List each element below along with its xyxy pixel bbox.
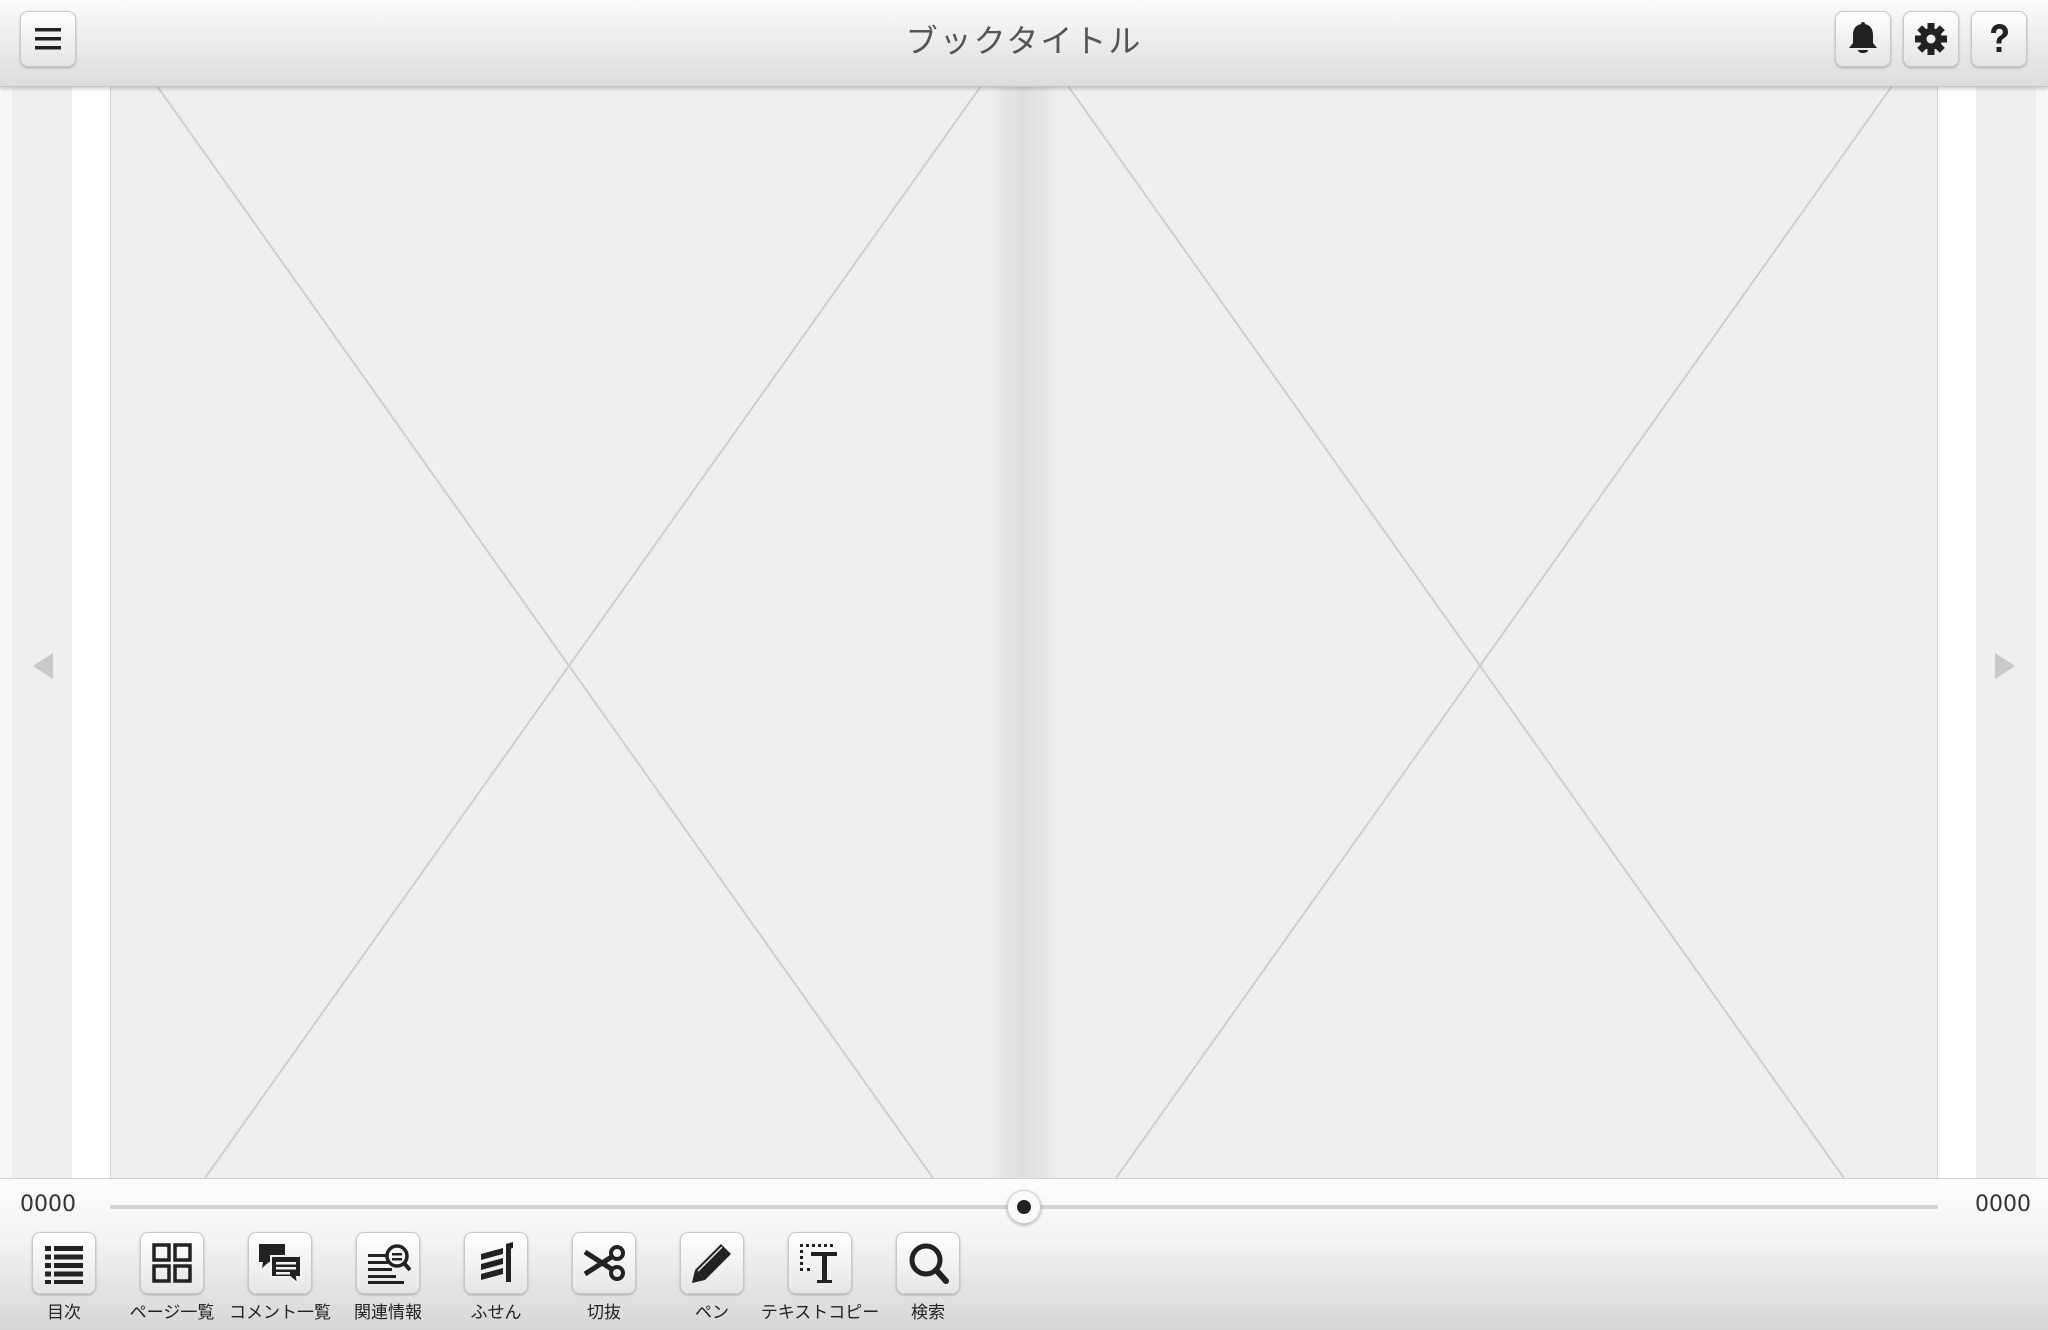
search-icon	[909, 1243, 949, 1284]
page-list-label: ページ一覧	[129, 1303, 215, 1323]
comments-icon	[259, 1244, 302, 1286]
pencil-icon	[692, 1244, 731, 1283]
page-slider-thumb[interactable]	[1007, 1190, 1041, 1224]
comment-list-label: コメント一覧	[229, 1303, 331, 1323]
related-info-icon	[368, 1244, 411, 1284]
book-spine	[990, 86, 1058, 1178]
comment-list-button[interactable]	[248, 1232, 312, 1294]
bell-icon	[1849, 22, 1877, 53]
pen-tool[interactable]: ペン	[662, 1230, 762, 1326]
left-page[interactable]	[110, 86, 990, 1178]
search-button[interactable]	[896, 1232, 960, 1294]
comment-list-tool[interactable]: コメント一覧	[229, 1230, 331, 1326]
list-icon	[45, 1246, 83, 1284]
edge-strip-left	[0, 86, 12, 1330]
page-list-tool[interactable]: ページ一覧	[122, 1230, 222, 1326]
toc-button[interactable]	[32, 1232, 96, 1294]
edge-strip-right	[2036, 86, 2048, 1330]
help-button[interactable]	[1971, 11, 2027, 67]
text-copy-label: テキストコピー	[760, 1303, 880, 1323]
image-placeholder-right	[1067, 86, 1893, 1178]
clipping-button[interactable]	[572, 1232, 636, 1294]
right-page[interactable]	[1058, 86, 1938, 1178]
page-list-button[interactable]	[140, 1232, 204, 1294]
notifications-button[interactable]	[1835, 11, 1891, 67]
image-placeholder-left	[156, 86, 982, 1178]
search-tool[interactable]: 検索	[878, 1230, 978, 1326]
toc-label: 目次	[47, 1303, 81, 1323]
scissors-icon	[583, 1245, 625, 1281]
gear-icon	[1915, 23, 1947, 55]
sticky-note-icon	[481, 1242, 513, 1282]
pen-button[interactable]	[680, 1232, 744, 1294]
next-page-area[interactable]	[1976, 86, 2036, 1178]
sticky-note-tool[interactable]: ふせん	[446, 1230, 546, 1326]
right-page-edge	[1938, 86, 1976, 1178]
text-copy-tool[interactable]: テキストコピー	[761, 1230, 879, 1326]
toc-tool[interactable]: 目次	[14, 1230, 114, 1326]
search-label: 検索	[911, 1303, 945, 1323]
left-page-edge	[72, 86, 110, 1178]
clipping-tool[interactable]: 切抜	[554, 1230, 654, 1326]
total-page-number: 0000	[1975, 1192, 2031, 1217]
question-mark-icon	[1991, 24, 2008, 52]
triangle-left-icon[interactable]	[28, 648, 58, 684]
triangle-right-icon[interactable]	[1990, 648, 2020, 684]
related-info-tool[interactable]: 関連情報	[338, 1230, 438, 1326]
current-page-number: 0000	[20, 1192, 76, 1217]
sticky-note-button[interactable]	[464, 1232, 528, 1294]
text-copy-icon	[800, 1244, 837, 1283]
prev-page-area[interactable]	[12, 86, 72, 1178]
grid-icon	[152, 1243, 192, 1283]
pen-label: ペン	[695, 1303, 729, 1323]
settings-button[interactable]	[1903, 11, 1959, 67]
sticky-note-label: ふせん	[470, 1303, 522, 1323]
text-copy-button[interactable]	[788, 1232, 852, 1294]
header-bar: ブックタイトル	[0, 0, 2048, 87]
related-info-label: 関連情報	[354, 1303, 422, 1323]
book-viewer: ブックタイトル 0000 0000 目次 ページ一覧 コメント一覧 関連情報 ふ…	[0, 0, 2048, 1330]
related-info-button[interactable]	[356, 1232, 420, 1294]
book-title: ブックタイトル	[905, 22, 1143, 60]
clipping-label: 切抜	[587, 1303, 621, 1323]
